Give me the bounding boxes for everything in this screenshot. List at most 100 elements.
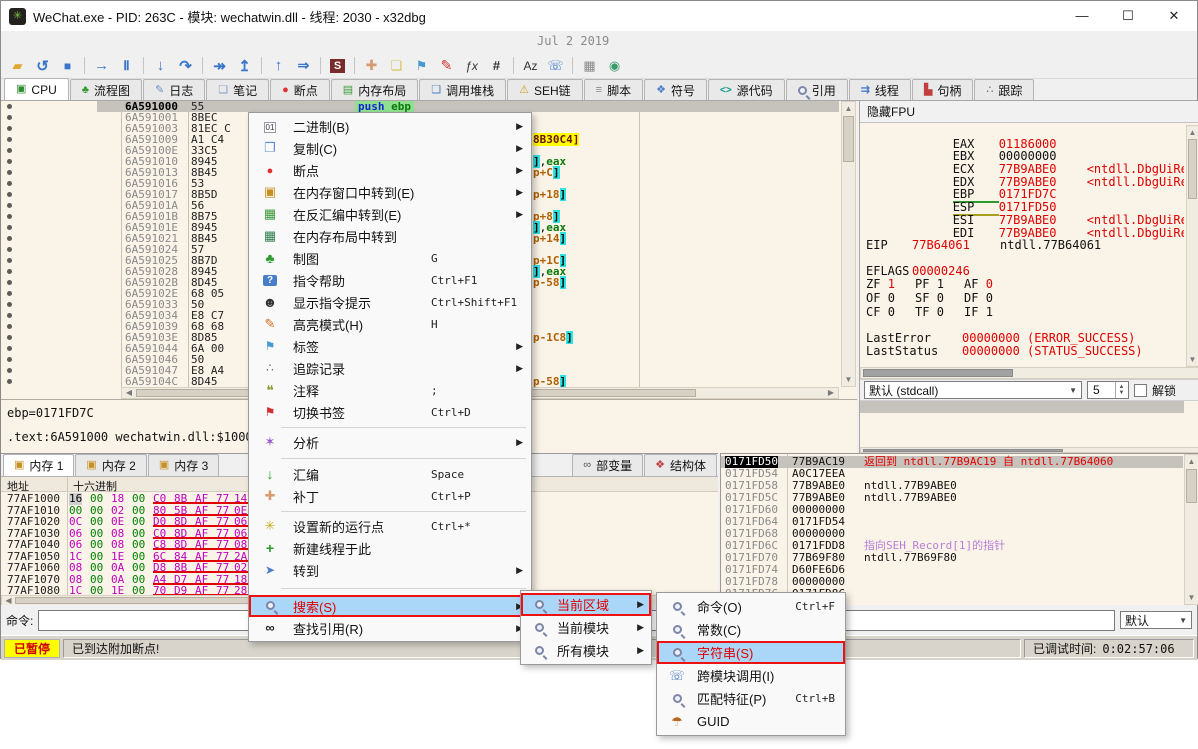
flag-value[interactable]: SF 0	[915, 292, 964, 305]
flag-value[interactable]: AF 0	[964, 278, 1013, 291]
toolbar-icon[interactable]: ↷	[173, 55, 198, 77]
context-menu-item[interactable]	[249, 423, 531, 431]
arguments-hscroll-thumb[interactable]	[863, 449, 1063, 452]
register-row[interactable]: EAX01186000	[866, 125, 1184, 138]
context-menu-item[interactable]: ☻ 显示指令提示 Ctrl+Shift+F1	[249, 291, 531, 313]
view-tab[interactable]: ▤ 内存布局	[331, 79, 418, 100]
view-tab[interactable]: ❏ 调用堆栈	[419, 79, 506, 100]
context-menu-item[interactable]: ♣ 制图 G	[249, 247, 531, 269]
flag-value[interactable]: TF 0	[915, 306, 964, 319]
submenu-item[interactable]: 命令(O) Ctrl+F	[657, 595, 845, 618]
view-tab[interactable]: ❏ 笔记	[206, 79, 269, 100]
tab-dump-3[interactable]: ▣内存 3	[148, 454, 219, 476]
registers-hscroll-thumb[interactable]	[863, 369, 1013, 377]
argument-row[interactable]	[860, 413, 1184, 425]
argument-count-spinner[interactable]: 5 ▲▼	[1087, 381, 1129, 399]
view-tab[interactable]: ▙ 句柄	[912, 79, 973, 100]
view-tab[interactable]: ⚠ SEH链	[507, 79, 583, 100]
context-menu-item[interactable]	[249, 507, 531, 515]
view-tab[interactable]: ❖ 符号	[644, 79, 707, 100]
breakpoint-dot[interactable]	[7, 280, 12, 285]
toolbar-icon[interactable]	[198, 55, 207, 77]
toolbar-icon[interactable]: ▦	[577, 55, 602, 77]
breakpoint-dot[interactable]	[7, 181, 12, 186]
toolbar-icon[interactable]	[316, 55, 325, 77]
tab-dump-2[interactable]: ▣内存 2	[75, 454, 146, 476]
stack-row[interactable]: 0171FD78 00000000	[721, 576, 1183, 588]
submenu-item[interactable]: 所有模块 ▶	[521, 639, 651, 662]
toolbar-icon[interactable]: S	[325, 55, 350, 77]
breakpoint-dot[interactable]	[7, 335, 12, 340]
argument-row[interactable]	[860, 436, 1184, 448]
context-menu-item[interactable]: ▣ 在内存窗口中转到(E) ▶	[249, 181, 531, 203]
stack-row[interactable]: 0171FD64 0171FD54	[721, 516, 1183, 528]
toolbar-icon[interactable]: ↓	[148, 55, 173, 77]
context-menu-item[interactable]: ∞ 查找引用(R) ▶	[249, 617, 531, 639]
toolbar-icon[interactable]: ↑	[266, 55, 291, 77]
view-tab[interactable]: 引用	[786, 79, 848, 100]
scroll-right-icon[interactable]: ▶	[825, 388, 837, 398]
disasm-vscrollbar[interactable]: ▲ ▼	[841, 101, 856, 387]
flag-value[interactable]: ZF 1	[866, 278, 915, 291]
toolbar-icon[interactable]: →	[89, 55, 114, 77]
toolbar-icon[interactable]	[257, 55, 266, 77]
breakpoint-dot[interactable]	[7, 192, 12, 197]
scroll-down-icon[interactable]: ▼	[842, 374, 855, 385]
toolbar-icon[interactable]: ⚑	[409, 55, 434, 77]
toolbar-icon[interactable]	[80, 55, 89, 77]
toolbar-icon[interactable]	[350, 55, 359, 77]
toolbar-icon[interactable]: ■	[55, 55, 80, 77]
toolbar-icon[interactable]: ◉	[602, 55, 627, 77]
scroll-down-icon[interactable]: ▼	[1185, 592, 1198, 603]
context-menu-item[interactable]: ✎ 高亮模式(H) H	[249, 313, 531, 335]
menu-bar-item[interactable]	[83, 40, 103, 44]
context-menu-item[interactable]: ∴ 追踪记录 ▶	[249, 357, 531, 379]
view-tab[interactable]: ✎ 日志	[143, 79, 205, 100]
menu-bar-item[interactable]	[43, 40, 63, 44]
toolbar-icon[interactable]: ✎	[434, 55, 459, 77]
submenu-item[interactable]: ☏ 跨模块调用(I)	[657, 664, 845, 687]
toolbar-icon[interactable]: ☏	[543, 55, 568, 77]
flag-value[interactable]: DF 0	[964, 292, 1013, 305]
registers-hscrollbar[interactable]	[860, 367, 1198, 379]
submenu-item[interactable]: 当前区域 ▶	[521, 593, 651, 616]
toolbar-icon[interactable]: ƒx	[459, 55, 484, 77]
context-menu-item[interactable]	[249, 453, 531, 463]
breakpoint-dot[interactable]	[7, 302, 12, 307]
registers-vscrollbar[interactable]: ▲ ▼	[1186, 125, 1198, 367]
context-menu-item[interactable]: ▦ 在反汇编中转到(E) ▶	[249, 203, 531, 225]
argument-row[interactable]	[860, 401, 1184, 413]
breakpoint-dot[interactable]	[7, 368, 12, 373]
context-menu-item[interactable]: ⚑ 切换书签 Ctrl+D	[249, 401, 531, 423]
scroll-up-icon[interactable]: ▲	[842, 103, 855, 114]
toolbar-icon[interactable]: Ⅱ	[114, 55, 139, 77]
submenu-item[interactable]: ☂ GUID	[657, 710, 845, 733]
breakpoint-dot[interactable]	[7, 269, 12, 274]
toolbar-icon[interactable]: #	[484, 55, 509, 77]
submenu-item[interactable]: 当前模块 ▶	[521, 616, 651, 639]
close-button[interactable]: ✕	[1151, 1, 1197, 31]
context-menu-item[interactable]: ⚑ 标签 ▶	[249, 335, 531, 357]
breakpoint-dot[interactable]	[7, 346, 12, 351]
calling-convention-select[interactable]: 默认 (stdcall)▼	[864, 381, 1082, 399]
scroll-left-icon[interactable]: ◀	[123, 388, 135, 398]
breakpoint-dot[interactable]	[7, 203, 12, 208]
command-profile-select[interactable]: 默认▼	[1120, 611, 1192, 629]
breakpoint-dot[interactable]	[7, 225, 12, 230]
view-tab[interactable]: <> 源代码	[708, 79, 785, 100]
breakpoint-dot[interactable]	[7, 291, 12, 296]
stack-row[interactable]: 0171FD60 00000000	[721, 504, 1183, 516]
context-menu-item[interactable]: ▦ 在内存布局中转到	[249, 225, 531, 247]
toolbar-icon[interactable]	[509, 55, 518, 77]
view-tab[interactable]: ▣ CPU	[4, 78, 69, 100]
minimize-button[interactable]: —	[1059, 1, 1105, 31]
registers-vscroll-thumb[interactable]	[1188, 139, 1197, 199]
toolbar-icon[interactable]: ⇒	[291, 55, 316, 77]
disasm-vscroll-thumb[interactable]	[843, 116, 854, 162]
breakpoint-dot[interactable]	[7, 324, 12, 329]
stack-row[interactable]: 0171FD74 D60FE6D6	[721, 564, 1183, 576]
context-menu-item[interactable]: ↓ 汇编 Space	[249, 463, 531, 485]
breakpoint-dot[interactable]	[7, 104, 12, 109]
menu-bar-item[interactable]	[143, 40, 163, 44]
view-tab[interactable]: ≡ 脚本	[584, 79, 643, 100]
